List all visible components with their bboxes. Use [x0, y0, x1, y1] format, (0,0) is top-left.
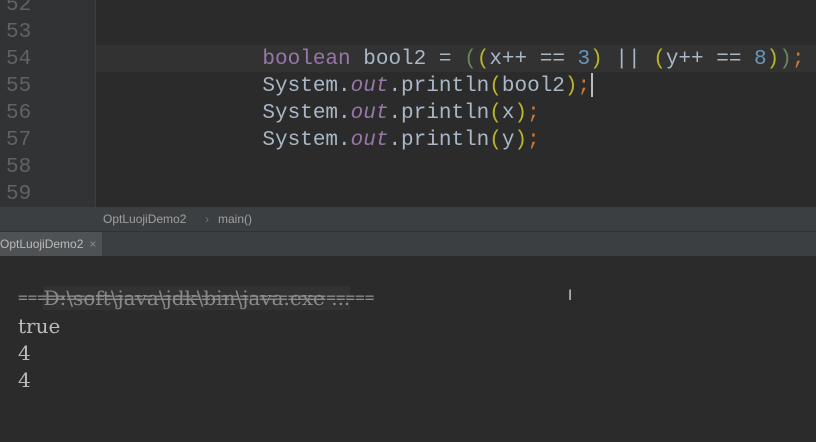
paren: )	[766, 48, 780, 71]
paren: (	[653, 48, 666, 71]
line-number: 58	[6, 156, 32, 179]
semicolon: ;	[791, 48, 805, 71]
breadcrumb-separator-icon: ›	[205, 212, 209, 226]
breadcrumb-method[interactable]: main()	[218, 212, 252, 226]
paren: )	[564, 75, 578, 98]
paren: (	[489, 129, 502, 152]
run-tab-label: OptLuojiDemo2	[0, 237, 84, 251]
class-reference: System.	[262, 129, 351, 152]
argument: y	[501, 129, 515, 152]
operator-or: ||	[615, 48, 641, 71]
semicolon: ;	[527, 129, 540, 152]
console-output-line: 4	[18, 341, 31, 365]
run-tab-bar: OptLuojiDemo2 ×	[0, 231, 816, 257]
line-number: 52	[6, 0, 32, 17]
paren: )	[779, 48, 792, 71]
breadcrumb: OptLuojiDemo2 › main()	[0, 207, 816, 231]
line-number: 56	[6, 102, 32, 125]
text-cursor	[591, 73, 594, 98]
text-cursor-ibeam-icon: I	[568, 288, 573, 304]
line-number-gutter: 52 53 54 55 56 57 58 59	[0, 0, 96, 207]
line-number: 59	[6, 183, 32, 206]
semicolon: ;	[577, 75, 591, 98]
close-icon[interactable]: ×	[89, 237, 96, 251]
code-editor[interactable]: 52 53 54 55 56 57 58 59 boolean bool2 = …	[0, 0, 816, 207]
number-literal: 8	[754, 48, 767, 71]
method-call: .println	[388, 129, 490, 152]
run-tab[interactable]: OptLuojiDemo2 ×	[0, 232, 103, 257]
code-line-56[interactable]: System.out.println(y);	[212, 100, 540, 181]
static-field: out	[350, 129, 389, 152]
breadcrumb-class[interactable]: OptLuojiDemo2	[103, 212, 186, 226]
line-number: 53	[6, 21, 32, 44]
paren: )	[514, 129, 528, 152]
line-number: 55	[6, 75, 32, 98]
expression-y: y++ ==	[665, 48, 742, 71]
line-number: 57	[6, 129, 32, 152]
console-output-line: true	[18, 314, 61, 338]
console-output-line: 4	[18, 368, 31, 392]
line-number: 54	[6, 48, 32, 71]
console-separator: =====================================	[18, 288, 375, 307]
console-output[interactable]: D:\soft\java\jdk\bin\java.exe ... ======…	[0, 256, 816, 442]
